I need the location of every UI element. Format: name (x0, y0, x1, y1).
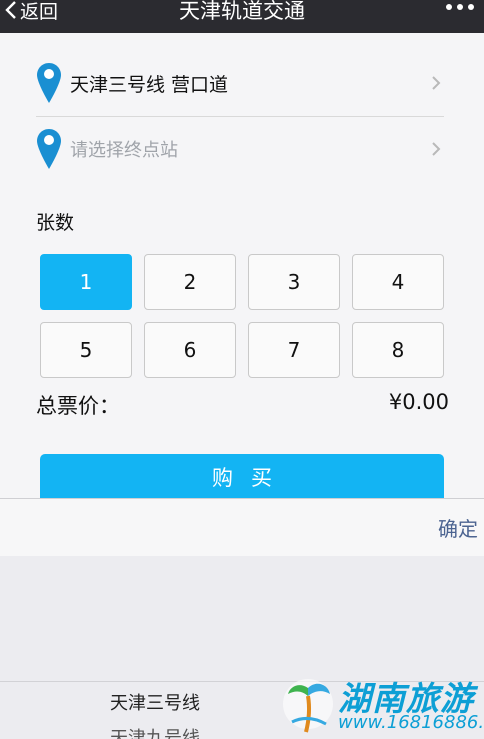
confirm-button[interactable]: 确定 (438, 513, 478, 542)
divider (36, 116, 444, 117)
ticket-count-option[interactable]: 5 (40, 322, 132, 378)
ticket-count-option[interactable]: 3 (248, 254, 340, 310)
picker-toolbar: 确定 (0, 498, 484, 556)
ticket-count-option[interactable]: 8 (352, 322, 444, 378)
buy-button[interactable]: 购买 (40, 454, 444, 500)
picker-item[interactable]: 天津九号线 (0, 724, 310, 739)
origin-station-row[interactable]: 天津三号线 营口道 (36, 53, 446, 113)
chevron-right-icon (432, 76, 441, 90)
location-pin-icon (37, 129, 61, 169)
chevron-right-icon (432, 142, 441, 156)
total-price-label: 总票价： (36, 394, 120, 418)
more-menu-icon[interactable] (446, 0, 474, 14)
ticket-count-option[interactable]: 4 (352, 254, 444, 310)
ticket-count-option[interactable]: 6 (144, 322, 236, 378)
location-pin-icon (37, 63, 61, 103)
page-title: 天津轨道交通 (179, 0, 305, 23)
ticket-count-label: 张数 (36, 212, 75, 234)
total-price-value: ¥0.00 (388, 390, 449, 414)
watermark-url: www.16816886.cn (338, 712, 484, 733)
destination-placeholder: 请选择终点站 (70, 140, 178, 161)
ticket-count-grid: 1 2 3 4 5 6 7 8 (40, 254, 444, 378)
ticket-count-option[interactable]: 1 (40, 254, 132, 310)
origin-station: 天津三号线 营口道 (70, 73, 229, 96)
palm-logo-icon (283, 679, 333, 733)
top-bar: 返回 天津轨道交通 (0, 0, 484, 33)
picker-item[interactable]: 天津三号线 (0, 689, 310, 715)
ticket-count-option[interactable]: 2 (144, 254, 236, 310)
watermark: 湖南旅游 www.16816886.cn (282, 672, 484, 739)
destination-station-row[interactable]: 请选择终点站 (36, 119, 446, 179)
ticket-count-option[interactable]: 7 (248, 322, 340, 378)
